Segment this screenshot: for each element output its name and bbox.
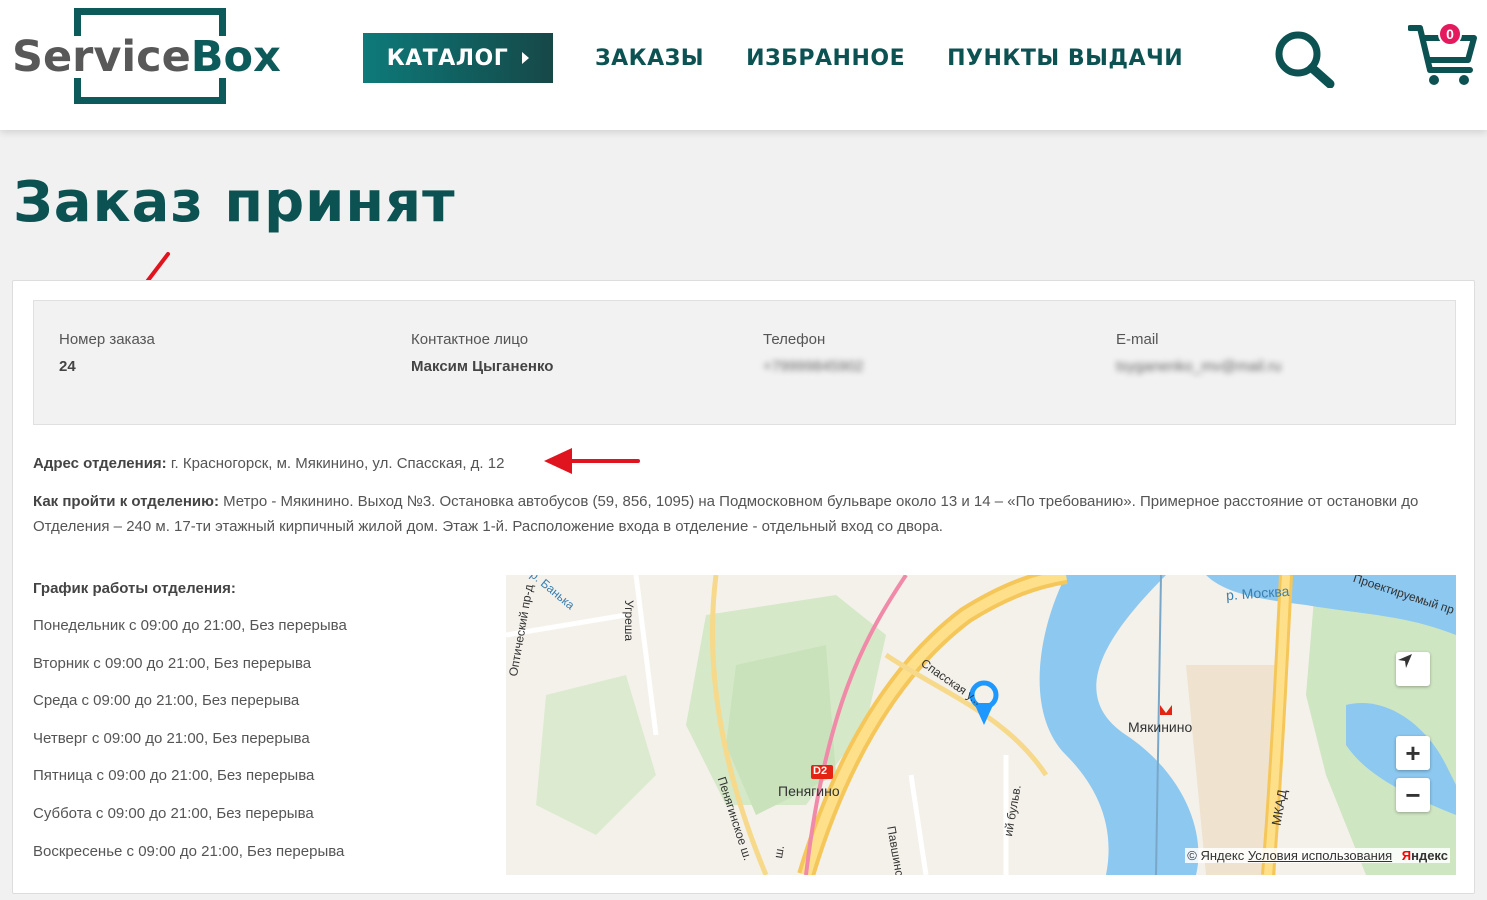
schedule-day: Вторник с 09:00 до 21:00, Без перерыва [33, 654, 312, 672]
contact-field: Контактное лицо Максим Цыганенко [411, 331, 554, 375]
email-field: E-mail tsyganenko_mv@mail.ru [1116, 331, 1282, 375]
map-attribution: © Яндекс Условия использования Яндекс [1185, 848, 1450, 863]
schedule-title: График работы отделения: [33, 580, 236, 597]
yandex-map[interactable]: р. Москва р. Банька Проектируемый пр Опт… [506, 575, 1456, 875]
contact-name: Максим Цыганенко [411, 358, 554, 375]
chevron-right-icon [522, 52, 530, 64]
servicebox-logo[interactable]: ServiceBox [12, 8, 302, 106]
schedule-day: Понедельник с 09:00 до 21:00, Без переры… [33, 617, 347, 634]
schedule-list: Понедельник с 09:00 до 21:00, Без переры… [33, 617, 347, 880]
page-title: Заказ принят [13, 170, 456, 235]
annotation-arrow-address [544, 448, 640, 474]
schedule-day: Суббота с 09:00 до 21:00, Без перерыва [33, 804, 314, 822]
map-label-penyagino: Пенягино [778, 783, 840, 799]
nav-catalog-label: КАТАЛОГ [386, 45, 509, 71]
navigation-arrow-icon [1398, 654, 1412, 668]
order-card: Номер заказа 24 Контактное лицо Максим Ц… [12, 280, 1475, 894]
map-canvas [506, 575, 1456, 875]
phone-field: Телефон +79999845902 [763, 331, 864, 375]
nav-orders[interactable]: ЗАКАЗЫ [595, 46, 704, 71]
nav-favorites[interactable]: ИЗБРАННОЕ [746, 46, 905, 71]
schedule-day: Четверг с 09:00 до 21:00, Без перерыва [33, 729, 310, 747]
map-terms-link[interactable]: Условия использования [1248, 848, 1392, 863]
map-geolocation-button[interactable] [1396, 652, 1430, 686]
branch-address: Адрес отделения: г. Красногорск, м. Мяки… [33, 455, 505, 472]
email-value: tsyganenko_mv@mail.ru [1116, 358, 1282, 375]
logo-text: ServiceBox [12, 32, 281, 82]
schedule-day: Пятница с 09:00 до 21:00, Без перерыва [33, 767, 315, 785]
nav-catalog-button[interactable]: КАТАЛОГ [363, 33, 553, 83]
yandex-logo[interactable]: Яндекс [1402, 848, 1448, 863]
search-icon[interactable] [1272, 28, 1336, 88]
map-label-myakinino: Мякинино [1128, 719, 1193, 735]
order-info-box: Номер заказа 24 Контактное лицо Максим Ц… [33, 300, 1456, 425]
order-number-field: Номер заказа 24 [59, 331, 155, 375]
nav-pickup-points[interactable]: ПУНКТЫ ВЫДАЧИ [947, 46, 1183, 71]
phone-value: +79999845902 [763, 358, 864, 375]
order-number: 24 [59, 358, 76, 375]
cart-count-badge: 0 [1438, 22, 1462, 46]
map-zoom-in-button[interactable]: + [1396, 736, 1430, 770]
main-nav: КАТАЛОГ ЗАКАЗЫ ИЗБРАННОЕ ПУНКТЫ ВЫДАЧИ [363, 33, 1183, 83]
site-header: ServiceBox КАТАЛОГ ЗАКАЗЫ ИЗБРАННОЕ ПУНК… [0, 0, 1487, 130]
map-zoom-out-button[interactable]: − [1396, 778, 1430, 812]
branch-directions: Как пройти к отделению: Метро - Мякинино… [33, 493, 1419, 535]
schedule-day: Среда с 09:00 до 21:00, Без перерыва [33, 692, 300, 710]
schedule-day: Воскресенье с 09:00 до 21:00, Без переры… [33, 842, 345, 860]
